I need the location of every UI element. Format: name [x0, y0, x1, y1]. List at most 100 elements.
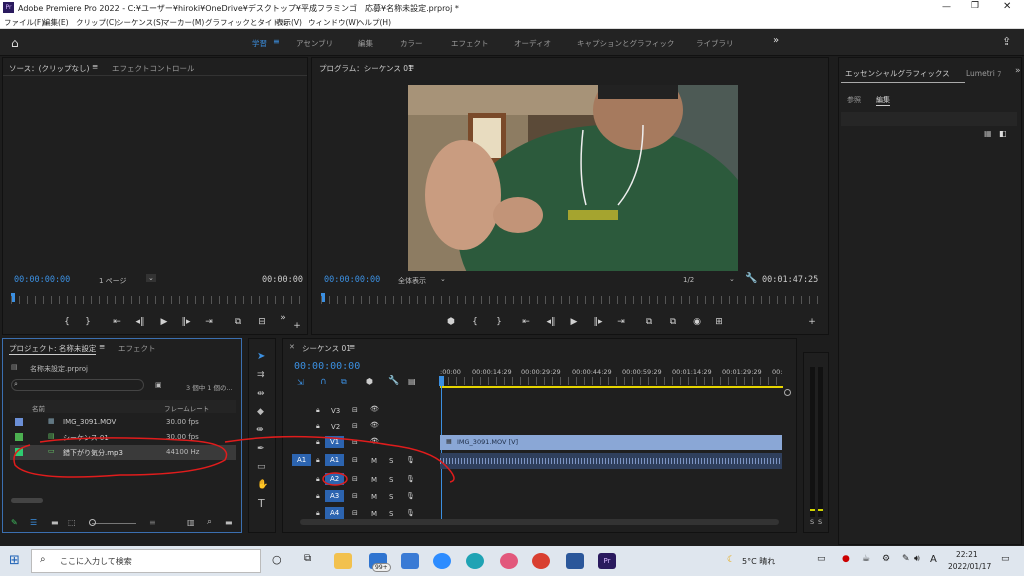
home-icon[interactable]: ⌂ — [11, 36, 19, 50]
zoom-slider[interactable] — [92, 523, 136, 524]
sync-lock-icon[interactable]: ⊟ — [352, 509, 358, 517]
program-panel-menu-icon[interactable]: ≡ — [408, 62, 414, 71]
find-icon[interactable]: ▣ — [155, 381, 162, 389]
chrome-icon[interactable] — [532, 553, 550, 569]
eye-icon[interactable]: 👁︎ — [370, 405, 379, 413]
list-view-icon[interactable]: ☰ — [30, 518, 37, 527]
network-icon[interactable]: ✎ — [902, 554, 910, 564]
track-name[interactable]: A3 — [325, 490, 345, 502]
workspace-menu-icon[interactable]: ≡ — [273, 37, 280, 46]
project-panel-title[interactable]: プロジェクト: 名称未設定 — [9, 343, 97, 355]
program-go-to-in-icon[interactable]: ⇤ — [519, 317, 533, 327]
close-sequence-icon[interactable]: ✕ — [289, 343, 295, 351]
pencil-icon[interactable]: ✎ — [11, 518, 18, 527]
weather-icon[interactable]: ☾ — [727, 555, 735, 565]
essential-graphics-title[interactable]: エッセンシャルグラフィックス — [845, 68, 950, 79]
weather-text[interactable]: 5°C 晴れ — [742, 556, 775, 567]
mic-icon[interactable]: 🎙︎ — [406, 509, 415, 517]
source-timecode-in[interactable]: 00:00:00:00 — [14, 275, 70, 285]
project-scrollbar[interactable] — [11, 498, 43, 503]
maximize-icon[interactable]: ❐ — [971, 1, 979, 11]
freeform-view-icon[interactable]: ⬚ — [68, 518, 76, 527]
mute-button[interactable]: M — [371, 510, 377, 518]
track-name[interactable]: V3 — [331, 407, 340, 415]
source-add-button-icon[interactable]: + — [290, 321, 304, 331]
timeline-marker-icon[interactable]: ⬢ — [366, 377, 373, 386]
zoom-end-handle[interactable] — [784, 389, 791, 396]
workspace-effects[interactable]: エフェクト — [451, 38, 489, 49]
program-step-back-icon[interactable]: ◂‖ — [544, 317, 558, 327]
compare-view-icon[interactable]: ⊞ — [712, 317, 726, 327]
workspace-color[interactable]: カラー — [400, 38, 423, 49]
new-bin-icon[interactable]: ▬ — [225, 518, 233, 527]
workspace-libraries[interactable]: ライブラリ — [696, 38, 734, 49]
ime-indicator[interactable]: A — [930, 554, 937, 565]
razor-tool-icon[interactable]: ◆ — [257, 407, 264, 417]
lock-icon[interactable]: 🔒︎ — [316, 509, 320, 518]
menu-file[interactable]: ファイル(F) — [4, 17, 44, 28]
workspace-learning[interactable]: 学習 — [252, 38, 267, 49]
audio-clip[interactable] — [440, 453, 782, 469]
solo-button[interactable]: S — [389, 510, 393, 518]
wrench-icon[interactable]: 🔧 — [745, 273, 757, 284]
track-select-tool-icon[interactable]: ⇉ — [257, 370, 265, 380]
source-panel-menu-icon[interactable]: ≡ — [92, 62, 98, 71]
workspace-audio[interactable]: オーディオ — [514, 38, 551, 49]
menu-marker[interactable]: マーカー(M) — [162, 17, 204, 28]
project-search-input[interactable] — [11, 379, 144, 391]
close-icon[interactable]: ✕ — [1003, 1, 1011, 12]
windows-start-icon[interactable]: ⊞ — [9, 553, 20, 568]
linked-selection-icon[interactable]: ⧉ — [341, 377, 347, 387]
tray-icon[interactable]: ⚙ — [882, 554, 890, 564]
edge-icon[interactable] — [466, 553, 484, 569]
share-icon[interactable]: ⇪ — [1002, 35, 1011, 48]
extract-icon[interactable]: ⧉ — [666, 317, 680, 327]
column-name-header[interactable]: 名前 — [32, 403, 45, 413]
volume-icon[interactable]: 🔊︎ — [914, 554, 920, 564]
mute-button[interactable]: M — [371, 493, 377, 501]
source-page-dropdown-icon[interactable]: ⌄ — [146, 274, 156, 282]
tray-icon[interactable]: ● — [842, 554, 850, 564]
sequence-tab-menu-icon[interactable]: ≡ — [349, 342, 355, 351]
clock-date[interactable]: 2022/01/17 — [948, 562, 991, 571]
mic-icon[interactable]: 🎙︎ — [406, 492, 415, 500]
timeline-timecode[interactable]: 00:00:00:00 — [294, 361, 360, 372]
program-resolution-dropdown-icon[interactable]: ⌄ — [729, 275, 735, 283]
menu-graphics[interactable]: グラフィックとタイトル — [205, 17, 287, 28]
new-group-icon[interactable]: ▦ — [984, 129, 992, 138]
work-area-bar[interactable] — [440, 386, 783, 388]
new-layer-icon[interactable]: ◧ — [999, 129, 1007, 138]
solo-left-button[interactable]: S — [810, 518, 814, 526]
menu-window[interactable]: ウィンドウ(W) — [308, 17, 359, 28]
add-marker-icon[interactable]: ⬢ — [444, 317, 458, 327]
program-add-button-icon[interactable]: + — [805, 317, 819, 327]
program-video-frame[interactable] — [408, 85, 738, 271]
solo-button[interactable]: S — [389, 493, 393, 501]
selection-tool-icon[interactable]: ➤ — [257, 351, 265, 362]
program-time-ruler[interactable] — [321, 296, 821, 304]
file-explorer-icon[interactable] — [334, 553, 352, 569]
browse-tab[interactable]: 参照 — [847, 95, 861, 105]
program-timecode-current[interactable]: 00:00:00:00 — [324, 275, 380, 285]
sync-lock-icon[interactable]: ⊟ — [352, 492, 358, 500]
go-to-in-icon[interactable]: ⇤ — [110, 317, 124, 327]
project-panel-menu-icon[interactable]: ≡ — [99, 342, 105, 351]
timeline-h-scrollbar[interactable] — [300, 519, 779, 525]
menu-clip[interactable]: クリップ(C) — [76, 17, 117, 28]
cortana-icon[interactable]: ○ — [272, 553, 282, 566]
program-zoom-select[interactable]: 全体表示 — [398, 276, 426, 286]
mark-out-icon[interactable]: } — [81, 317, 95, 327]
find-bottom-icon[interactable]: ⌕ — [207, 517, 212, 527]
workspace-edit[interactable]: 編集 — [358, 38, 373, 49]
sequence-tab[interactable]: シーケンス 01 — [302, 343, 351, 354]
insert-icon[interactable]: ⧉ — [231, 317, 245, 327]
premiere-taskbar-icon[interactable]: Pr — [598, 553, 616, 569]
edit-tab[interactable]: 編集 — [876, 95, 890, 106]
sync-lock-icon[interactable]: ⊟ — [352, 406, 358, 414]
tray-icon[interactable]: ▭ — [817, 554, 826, 564]
menu-help[interactable]: ヘルプ(H) — [357, 17, 391, 28]
lock-icon[interactable]: 🔒︎ — [316, 492, 320, 501]
program-play-icon[interactable]: ▶ — [567, 317, 581, 327]
icon-view-icon[interactable]: ▬ — [51, 518, 59, 527]
program-resolution-select[interactable]: 1/2 — [683, 276, 694, 284]
